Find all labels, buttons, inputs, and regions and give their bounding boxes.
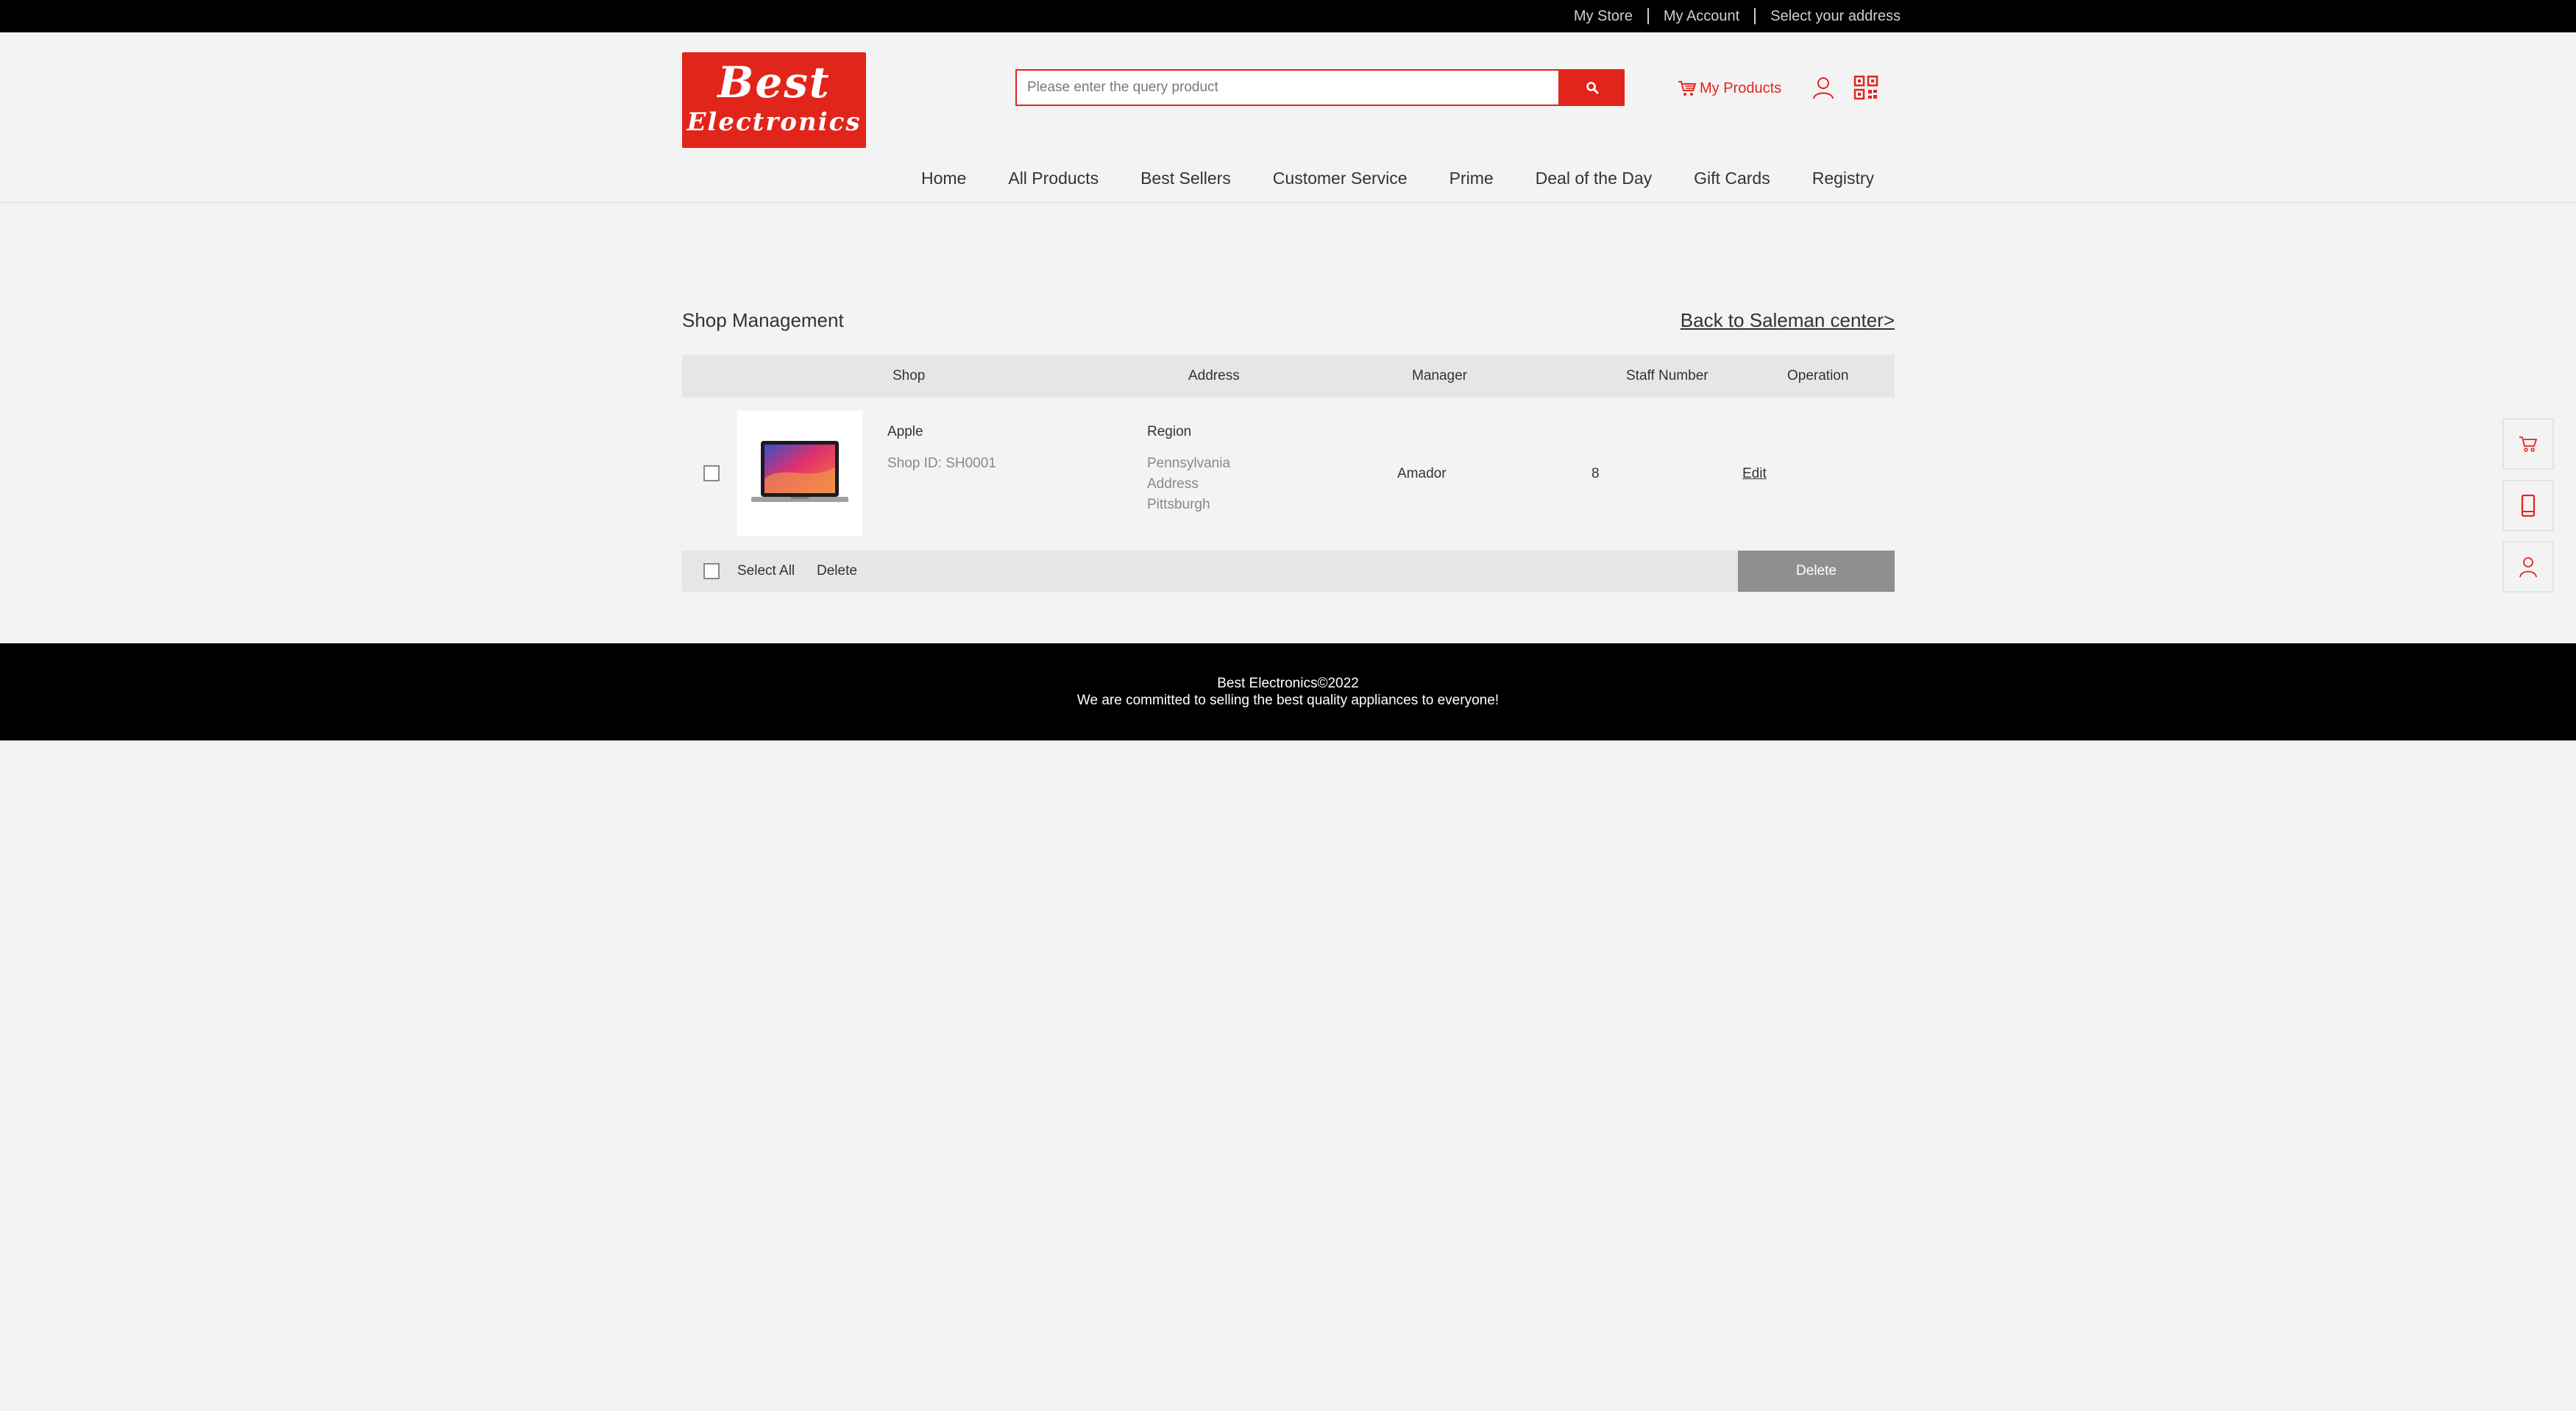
- phone-icon: [2521, 495, 2536, 517]
- search-bar: [1015, 69, 1625, 106]
- address-line: Pennsylvania: [1147, 456, 1231, 471]
- select-address-link[interactable]: Select your address: [1770, 8, 1901, 25]
- manager-name: Amador: [1397, 466, 1447, 481]
- nav-prime[interactable]: Prime: [1450, 169, 1494, 188]
- address-line: Pittsburgh: [1147, 497, 1210, 512]
- column-header-staff-number: Staff Number: [1626, 368, 1709, 383]
- select-all-label[interactable]: Select All: [737, 563, 795, 579]
- nav-gift-cards[interactable]: Gift Cards: [1694, 169, 1770, 188]
- row-checkbox[interactable]: [703, 465, 720, 481]
- logo-line-1: Best: [717, 57, 831, 107]
- nav-best-sellers[interactable]: Best Sellers: [1140, 169, 1231, 188]
- copyright-text: Best Electronics©2022: [1217, 676, 1359, 691]
- select-all-checkbox[interactable]: [703, 563, 720, 579]
- column-header-manager: Manager: [1412, 368, 1467, 383]
- divider: [1647, 8, 1649, 24]
- top-bar: My Store My Account Select your address: [0, 0, 2576, 32]
- search-input[interactable]: [1015, 69, 1560, 106]
- column-header-shop: Shop: [893, 368, 926, 383]
- search-button[interactable]: [1560, 69, 1625, 106]
- slogan-text: We are committed to selling the best qua…: [1076, 693, 1500, 708]
- laptop-image: [751, 441, 848, 502]
- column-header-address: Address: [1188, 368, 1240, 383]
- user-icon[interactable]: [1811, 75, 1836, 100]
- title-row: Shop Management Back to Saleman center>: [682, 280, 1895, 331]
- search-icon: [1586, 82, 1599, 94]
- shop-management-section: Shop Management Back to Saleman center> …: [682, 280, 1895, 592]
- shop-thumbnail: [737, 411, 862, 536]
- nav-home[interactable]: Home: [921, 169, 966, 188]
- user-icon: [2519, 557, 2537, 578]
- my-account-link[interactable]: My Account: [1664, 8, 1739, 25]
- delete-button[interactable]: Delete: [1738, 551, 1895, 592]
- column-header-operation: Operation: [1787, 368, 1849, 383]
- side-user-button[interactable]: [2502, 541, 2554, 593]
- table-footer-bar: Select All Delete Delete: [682, 551, 1895, 592]
- page-title: Shop Management: [682, 309, 844, 331]
- shop-id: Shop ID: SH0001: [887, 456, 996, 471]
- logo[interactable]: Best Electronics: [682, 52, 866, 148]
- main-nav: Home All Products Best Sellers Customer …: [921, 162, 1874, 194]
- address-line: Address: [1147, 476, 1199, 492]
- delete-selected-link[interactable]: Delete: [817, 563, 857, 579]
- footer: Best Electronics©2022 We are committed t…: [0, 643, 2576, 740]
- my-products-label: My Products: [1700, 79, 1782, 96]
- side-phone-button[interactable]: [2502, 480, 2554, 531]
- address-region-label: Region: [1147, 424, 1192, 439]
- nav-customer-service[interactable]: Customer Service: [1273, 169, 1408, 188]
- shop-name: Apple: [887, 424, 923, 439]
- header: Best Electronics My Products: [0, 32, 2576, 203]
- qr-code-icon[interactable]: [1853, 75, 1878, 100]
- nav-registry[interactable]: Registry: [1812, 169, 1874, 188]
- cart-icon: [2519, 436, 2538, 452]
- table-header: Shop Address Manager Staff Number Operat…: [682, 355, 1895, 397]
- back-to-saleman-center-link[interactable]: Back to Saleman center>: [1681, 309, 1895, 332]
- edit-link[interactable]: Edit: [1742, 466, 1767, 482]
- divider: [1754, 8, 1756, 24]
- logo-line-2: Electronics: [686, 107, 862, 137]
- my-products-link[interactable]: My Products: [1678, 77, 1781, 100]
- staff-number: 8: [1592, 466, 1600, 481]
- nav-deal-of-the-day[interactable]: Deal of the Day: [1536, 169, 1653, 188]
- top-links: My Store My Account Select your address: [1574, 0, 1901, 32]
- cart-icon: [1678, 81, 1697, 96]
- table-row: Apple Shop ID: SH0001 Region Pennsylvani…: [682, 411, 1895, 537]
- side-cart-button[interactable]: [2502, 418, 2554, 470]
- my-store-link[interactable]: My Store: [1574, 8, 1633, 25]
- nav-all-products[interactable]: All Products: [1008, 169, 1099, 188]
